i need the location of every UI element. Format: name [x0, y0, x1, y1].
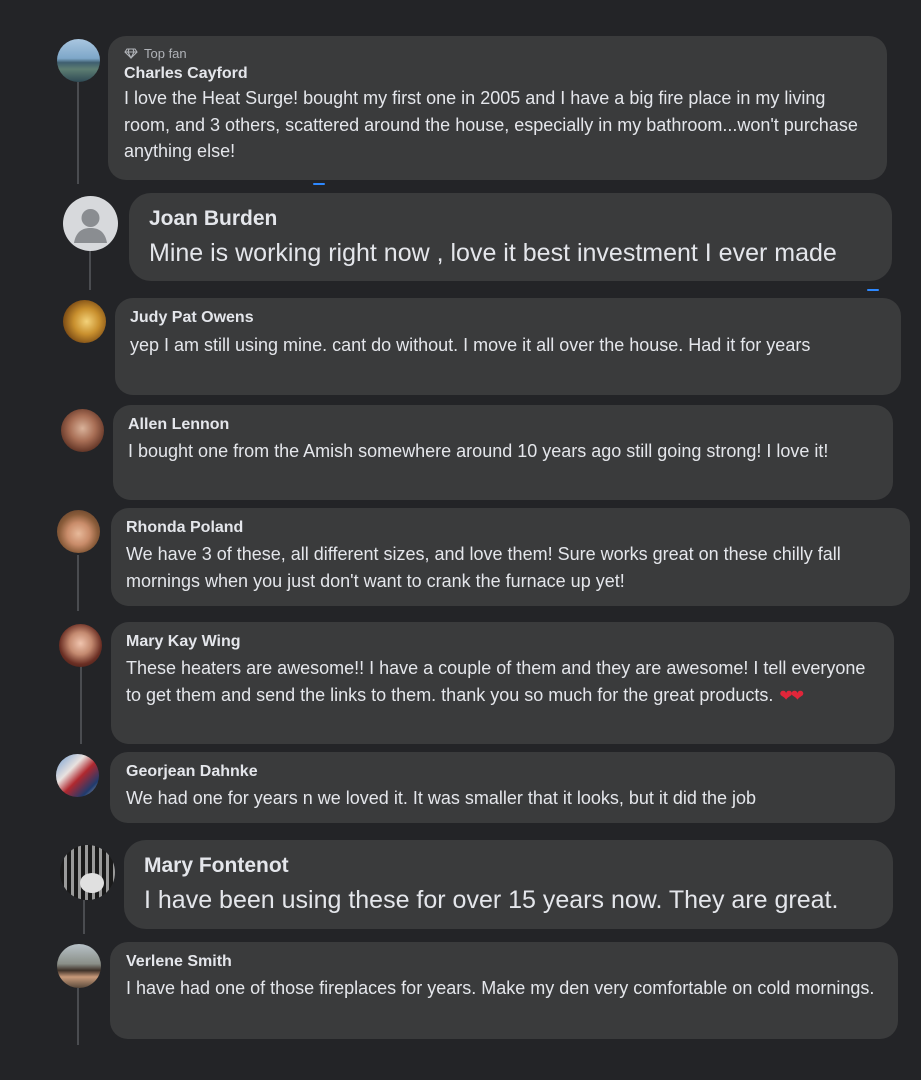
comment-bubble: Rhonda Poland We have 3 of these, all di…	[111, 508, 910, 606]
scroll-indicator	[313, 183, 325, 185]
comment-text: These heaters are awesome!! I have a cou…	[126, 655, 879, 710]
avatar[interactable]	[61, 409, 104, 452]
comment-bubble: Top fan Charles Cayford I love the Heat …	[108, 36, 887, 180]
comment-bubble: Mary Kay Wing These heaters are awesome!…	[111, 622, 894, 744]
default-user-icon	[74, 209, 107, 243]
comment-text: I have had one of those fireplaces for y…	[126, 978, 875, 998]
comment-bubble: Allen Lennon I bought one from the Amish…	[113, 405, 893, 500]
thread-line	[80, 666, 82, 744]
thread-line	[89, 250, 91, 290]
thread-line	[77, 555, 79, 611]
thread-line	[77, 82, 79, 184]
commenter-name[interactable]: Rhonda Poland	[126, 519, 895, 537]
comment-text: yep I am still using mine. cant do witho…	[130, 335, 811, 355]
avatar[interactable]	[57, 944, 101, 988]
comment-text: We had one for years n we loved it. It w…	[126, 788, 756, 808]
comment-bubble: Verlene Smith I have had one of those fi…	[110, 942, 898, 1039]
comment-bubble: Joan Burden Mine is working right now , …	[129, 193, 892, 281]
comment-text: We have 3 of these, all different sizes,…	[126, 544, 841, 591]
commenter-name[interactable]: Joan Burden	[149, 207, 872, 231]
commenter-name[interactable]: Georjean Dahnke	[126, 763, 879, 781]
commenter-name[interactable]: Mary Fontenot	[144, 854, 873, 878]
avatar[interactable]	[60, 845, 115, 900]
avatar[interactable]	[57, 39, 100, 82]
avatar[interactable]	[57, 510, 100, 553]
top-fan-badge: Top fan	[124, 46, 871, 61]
avatar-photo-detail	[80, 873, 104, 893]
commenter-name[interactable]: Mary Kay Wing	[126, 633, 879, 651]
commenter-name[interactable]: Charles Cayford	[124, 65, 871, 83]
comment-text: I bought one from the Amish somewhere ar…	[128, 441, 829, 461]
avatar[interactable]	[59, 624, 102, 667]
avatar[interactable]	[63, 196, 118, 251]
avatar[interactable]	[63, 300, 106, 343]
commenter-name[interactable]: Judy Pat Owens	[130, 309, 886, 327]
thread-line	[83, 900, 85, 934]
comment-bubble: Georjean Dahnke We had one for years n w…	[110, 752, 895, 823]
comment-bubble: Judy Pat Owens yep I am still using mine…	[115, 298, 901, 395]
comment-text: I love the Heat Surge! bought my first o…	[124, 88, 858, 161]
heart-emoji: ❤❤	[779, 688, 804, 705]
badge-label: Top fan	[144, 46, 187, 61]
thread-line	[77, 988, 79, 1045]
diamond-icon	[124, 48, 138, 59]
avatar[interactable]	[56, 754, 99, 797]
comment-bubble: Mary Fontenot I have been using these fo…	[124, 840, 893, 929]
comment-text: I have been using these for over 15 year…	[144, 886, 839, 914]
commenter-name[interactable]: Allen Lennon	[128, 416, 878, 434]
scroll-indicator	[867, 289, 879, 291]
comment-text: Mine is working right now , love it best…	[149, 239, 837, 267]
commenter-name[interactable]: Verlene Smith	[126, 953, 882, 971]
comment-text-content: These heaters are awesome!! I have a cou…	[126, 658, 866, 705]
